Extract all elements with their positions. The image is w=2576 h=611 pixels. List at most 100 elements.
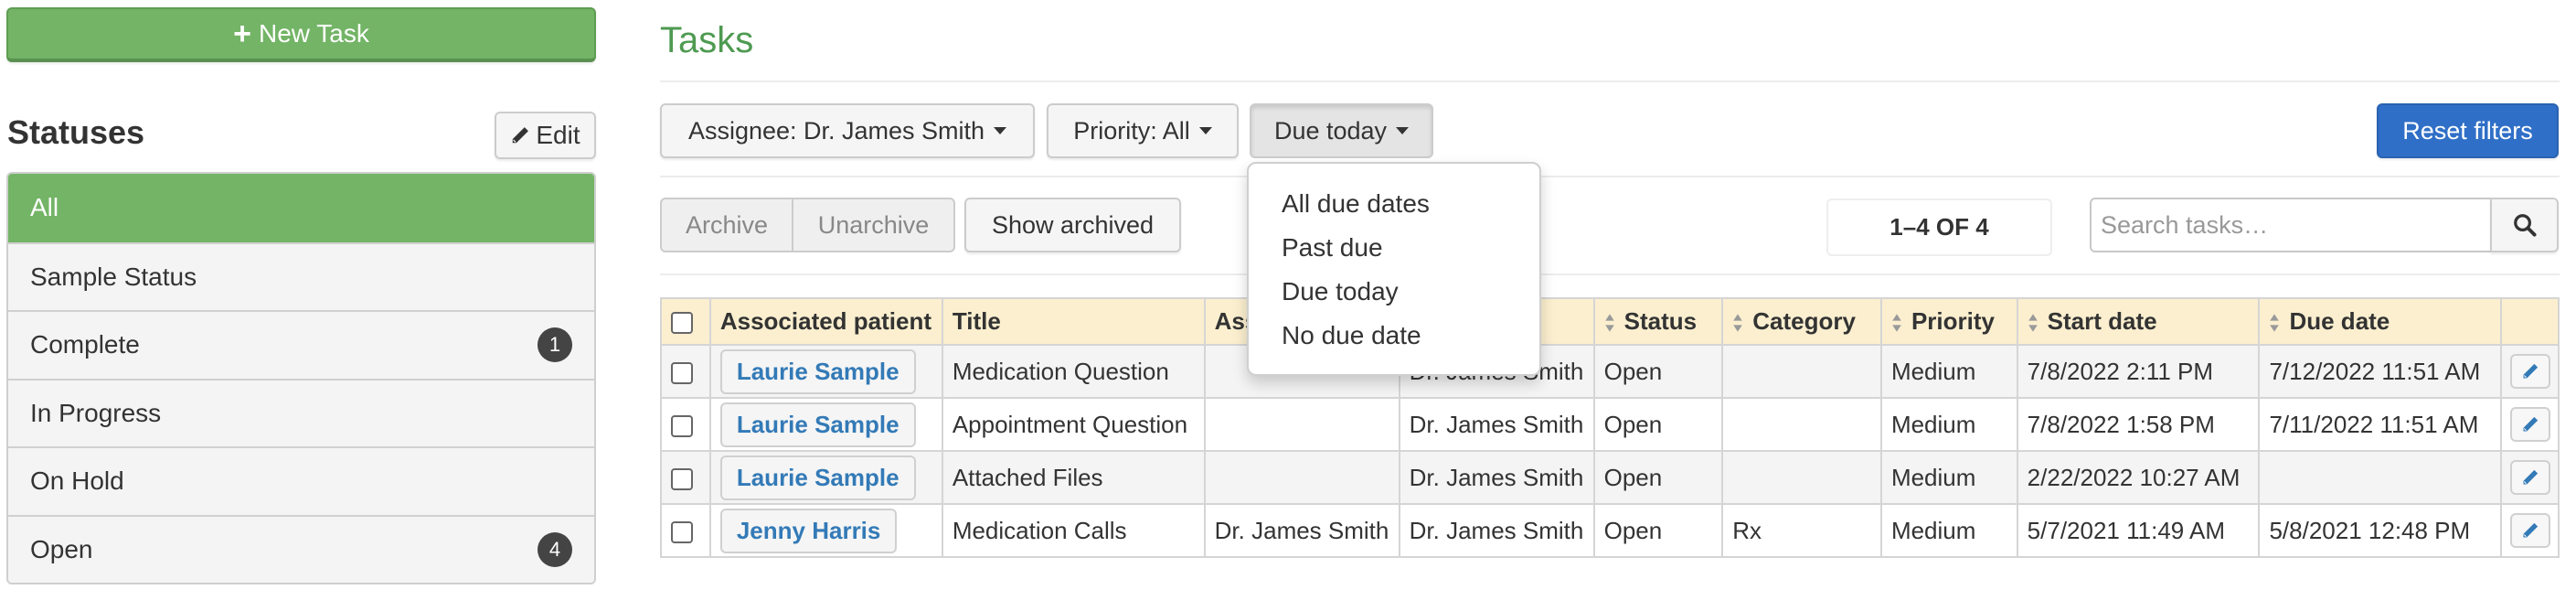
pagination-count: 1–4 OF 4	[1826, 198, 2052, 256]
due-date-menu: All due dates Past due Due today No due …	[1247, 162, 1541, 376]
assignee-filter-dropdown[interactable]: Assignee: Dr. James Smith	[660, 103, 1035, 158]
assignee-filter-label: Assignee: Dr. James Smith	[687, 116, 985, 145]
header-start-date[interactable]: Start date	[2016, 297, 2261, 346]
header-title[interactable]: Title	[941, 297, 1206, 346]
divider	[660, 80, 2560, 82]
sort-icon	[2028, 314, 2038, 332]
table-header-row: Associated patient Title Ass Status Cate…	[660, 297, 2560, 346]
reset-filters-button[interactable]: Reset filters	[2377, 103, 2559, 158]
header-status-label: Status	[1623, 307, 1698, 335]
status-cell: Open	[1592, 344, 1724, 399]
archive-button[interactable]: Archive	[662, 199, 793, 251]
status-cell: Open	[1592, 397, 1724, 452]
status-item[interactable]: Open 4	[8, 514, 594, 583]
menu-item-past-due[interactable]: Past due	[1249, 226, 1539, 270]
actions-cell	[2500, 397, 2560, 452]
header-associated-patient[interactable]: Associated patient	[708, 297, 943, 346]
edit-task-button[interactable]	[2509, 460, 2550, 495]
caret-down-icon	[1198, 127, 1212, 134]
status-label: Sample Status	[30, 262, 197, 291]
pencil-icon	[513, 127, 529, 144]
row-checkbox[interactable]	[671, 467, 693, 490]
actions-cell	[2500, 450, 2560, 505]
pencil-icon	[2523, 363, 2538, 379]
status-item[interactable]: All	[8, 174, 594, 242]
unarchive-button[interactable]: Unarchive	[793, 199, 953, 251]
new-task-button[interactable]: + New Task	[6, 7, 596, 62]
sort-icon	[1733, 314, 1743, 332]
edit-task-button[interactable]	[2509, 513, 2550, 548]
archive-button-group: Archive Unarchive	[660, 198, 955, 252]
patient-cell: Laurie Sample	[708, 450, 943, 505]
header-priority[interactable]: Priority	[1879, 297, 2018, 346]
caret-down-icon	[994, 127, 1007, 134]
table-row: Laurie Sample Attached Files Dr. James S…	[660, 450, 2560, 505]
priority-filter-dropdown[interactable]: Priority: All	[1047, 103, 1239, 158]
edit-task-button[interactable]	[2509, 354, 2550, 389]
title-cell: Appointment Question	[941, 397, 1206, 452]
statuses-heading: Statuses	[7, 113, 145, 151]
row-checkbox[interactable]	[671, 361, 693, 384]
menu-item-all-due-dates[interactable]: All due dates	[1249, 182, 1539, 226]
header-category[interactable]: Category	[1721, 297, 1882, 346]
search-button[interactable]	[2490, 198, 2559, 252]
menu-item-due-today[interactable]: Due today	[1249, 270, 1539, 314]
status-item[interactable]: In Progress	[8, 378, 594, 446]
header-category-label: Category	[1752, 307, 1856, 335]
actions-cell	[2500, 503, 2560, 558]
header-start-date-label: Start date	[2047, 307, 2157, 335]
select-cell	[660, 344, 711, 399]
category-cell: Rx	[1721, 503, 1882, 558]
actions-cell	[2500, 344, 2560, 399]
show-archived-button[interactable]: Show archived	[964, 198, 1181, 252]
select-all-cell	[660, 297, 711, 346]
due-date-filter-dropdown[interactable]: Due today	[1250, 103, 1433, 158]
select-all-checkbox[interactable]	[671, 312, 693, 335]
select-cell	[660, 397, 711, 452]
sort-icon	[1604, 314, 1614, 332]
header-status[interactable]: Status	[1592, 297, 1724, 346]
menu-item-no-due-date[interactable]: No due date	[1249, 314, 1539, 358]
patient-link-button[interactable]: Laurie Sample	[719, 348, 916, 394]
edit-task-button[interactable]	[2509, 407, 2550, 442]
patient-cell: Laurie Sample	[708, 344, 943, 399]
priority-cell: Medium	[1879, 503, 2018, 558]
status-item[interactable]: Sample Status	[8, 241, 594, 310]
due-date-cell: 5/8/2021 12:48 PM	[2258, 503, 2503, 558]
patient-link-button[interactable]: Laurie Sample	[719, 402, 916, 447]
pencil-icon	[2523, 469, 2538, 485]
status-label: Complete	[30, 330, 140, 359]
table-row: Laurie Sample Medication Question Dr. Ja…	[660, 344, 2560, 399]
header-due-date[interactable]: Due date	[2258, 297, 2503, 346]
assignee-cell: Dr. James Smith	[1398, 450, 1595, 505]
caret-down-icon	[1396, 127, 1410, 134]
row-checkbox[interactable]	[671, 414, 693, 437]
assigned-by-cell	[1203, 450, 1400, 505]
assignee-cell: Dr. James Smith	[1398, 503, 1595, 558]
patient-cell: Laurie Sample	[708, 397, 943, 452]
plus-icon: +	[233, 16, 251, 51]
due-date-cell: 7/11/2022 11:51 AM	[2258, 397, 2503, 452]
title-cell: Medication Question	[941, 344, 1206, 399]
start-date-cell: 7/8/2022 2:11 PM	[2016, 344, 2261, 399]
tasks-table: Associated patient Title Ass Status Cate…	[660, 297, 2560, 558]
start-date-cell: 5/7/2021 11:49 AM	[2016, 503, 2261, 558]
search-input[interactable]	[2090, 198, 2492, 252]
header-priority-label: Priority	[1911, 307, 1995, 335]
edit-label: Edit	[536, 121, 580, 149]
due-filter-label: Due today	[1273, 116, 1388, 145]
header-due-date-label: Due date	[2289, 307, 2390, 335]
status-item[interactable]: On Hold	[8, 446, 594, 515]
status-item[interactable]: Complete 1	[8, 310, 594, 379]
patient-link-button[interactable]: Laurie Sample	[719, 455, 916, 500]
pencil-icon	[2523, 522, 2538, 538]
patient-cell: Jenny Harris	[708, 503, 943, 558]
edit-statuses-button[interactable]: Edit	[495, 112, 596, 159]
title-cell: Attached Files	[941, 450, 1206, 505]
table-row: Jenny Harris Medication Calls Dr. James …	[660, 503, 2560, 558]
divider	[660, 273, 2560, 275]
row-checkbox[interactable]	[671, 520, 693, 543]
patient-link-button[interactable]: Jenny Harris	[719, 508, 898, 553]
status-label: All	[30, 193, 59, 222]
header-actions	[2500, 297, 2560, 346]
